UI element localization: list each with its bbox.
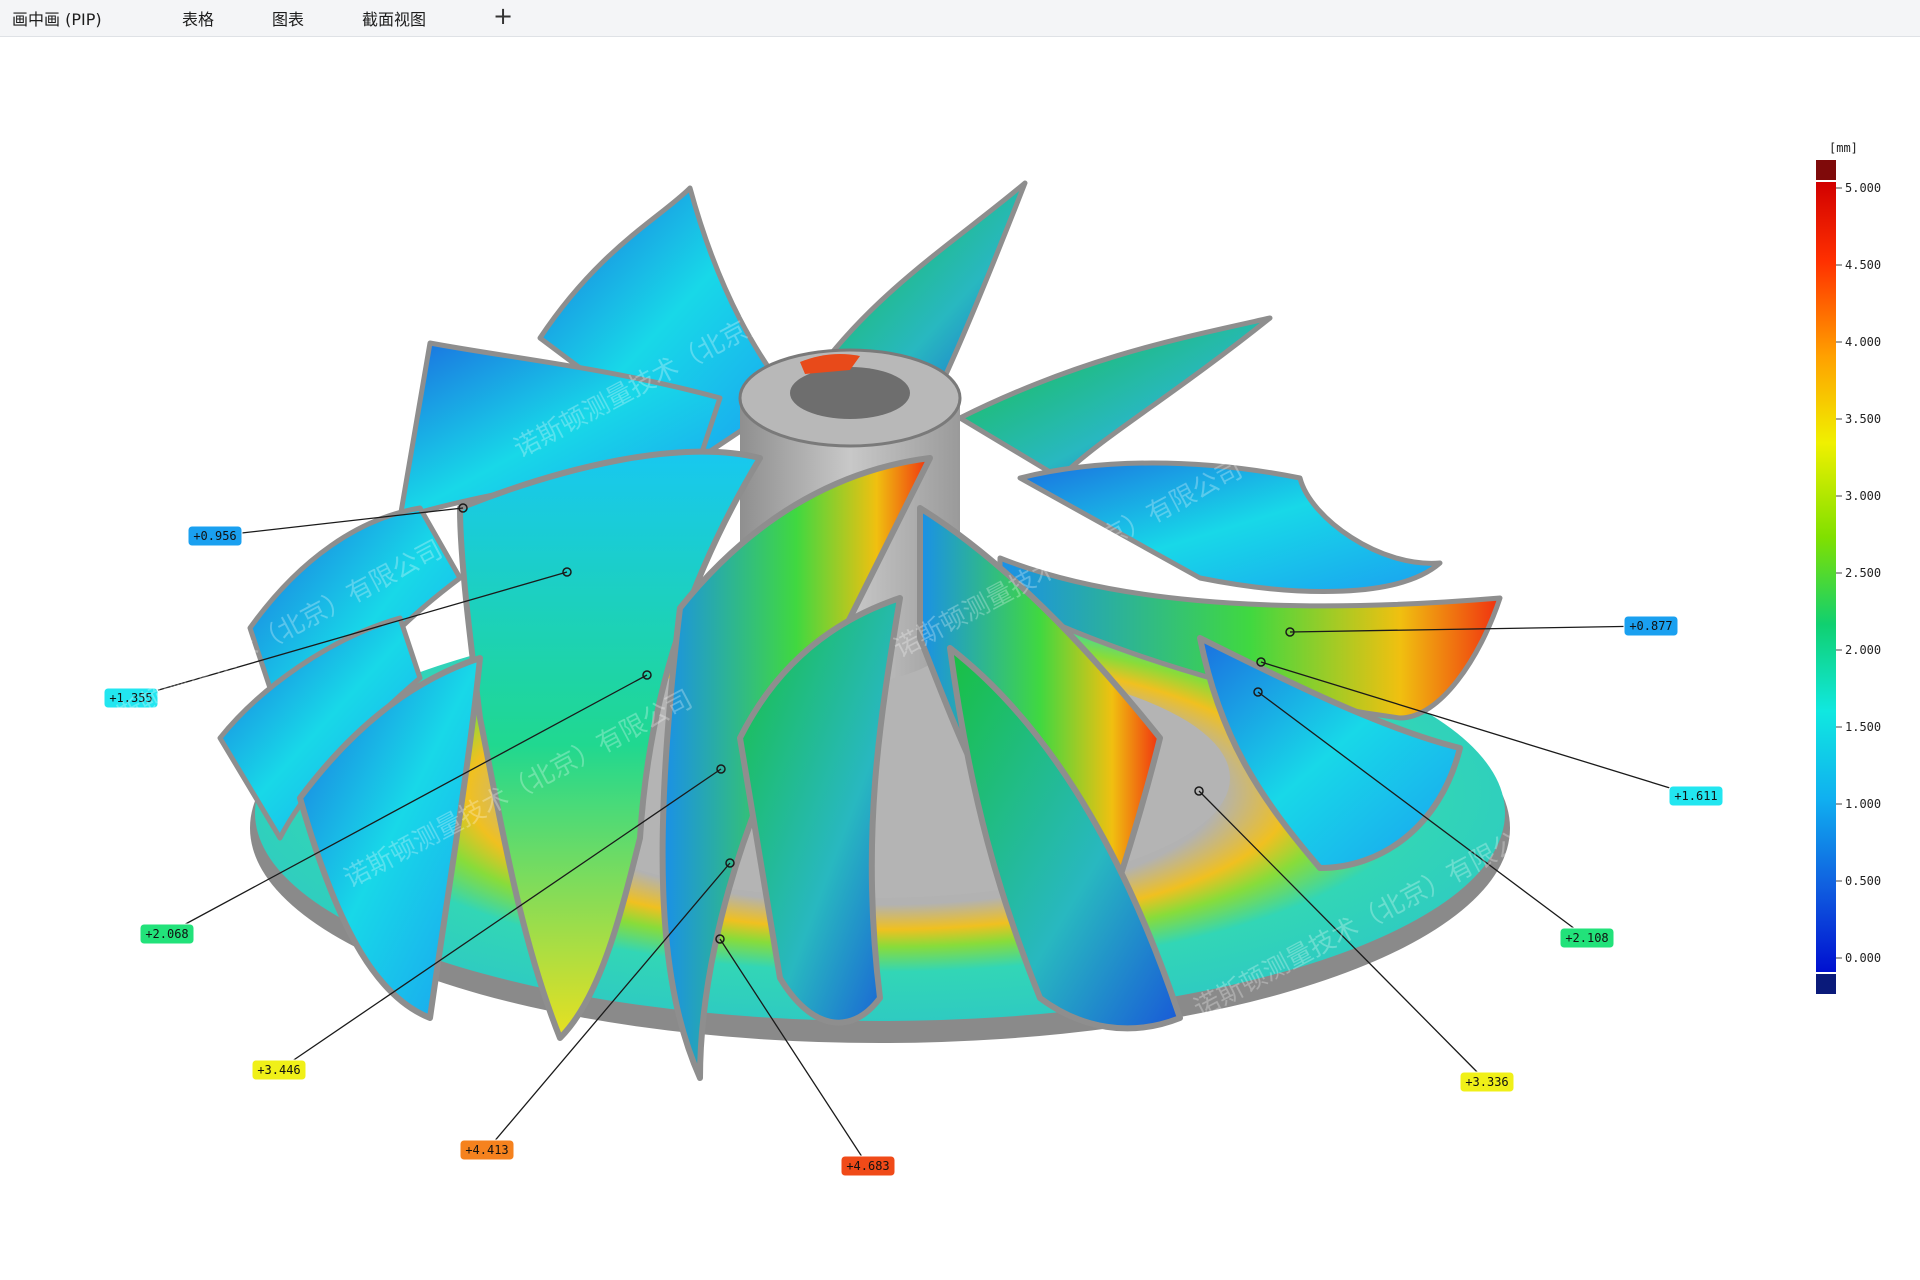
annotation-value: +3.446 [257, 1063, 300, 1077]
colorbar-tick-label: 1.000 [1845, 797, 1881, 811]
annotation-value: +2.068 [145, 927, 188, 941]
colorbar-tick-label: 0.000 [1845, 951, 1881, 965]
colorbar-over-swatch [1816, 160, 1836, 180]
plus-icon[interactable]: + [490, 3, 516, 29]
colorbar-gradient [1816, 182, 1836, 972]
colorbar-tick-label: 1.500 [1845, 720, 1881, 734]
tab-chart[interactable]: 图表 [272, 0, 304, 37]
3d-viewport[interactable]: +0.956 +1.355 +2.068 +3.446 +4.413 +4.683 +0.8… [0, 38, 1920, 1280]
colorbar-tick-label: 2.500 [1845, 566, 1881, 580]
colorbar-tick-label: 2.000 [1845, 643, 1881, 657]
colorbar-under-swatch [1816, 974, 1836, 994]
annotation-value: +1.611 [1674, 789, 1717, 803]
colorbar-tick-label: 3.500 [1845, 412, 1881, 426]
annotation-value: +4.683 [846, 1159, 889, 1173]
tab-section-view[interactable]: 截面视图 [362, 0, 426, 37]
colorbar-tick-label: 4.000 [1845, 335, 1881, 349]
watermark-text: 诺斯顿测量技术（北京）有限公司 [209, 38, 567, 224]
colorbar-tick-label: 3.000 [1845, 489, 1881, 503]
tab-table[interactable]: 表格 [182, 0, 214, 37]
watermark-text: 诺斯顿测量技术（北京）有限公司 [1589, 38, 1920, 244]
annotation-value: +0.877 [1629, 619, 1672, 633]
colorbar-unit: [mm] [1829, 141, 1858, 155]
colorbar-tick-label: 0.500 [1845, 874, 1881, 888]
color-legend: [mm] 5.000 4.500 4.000 3.500 3.000 2.500 2.000… [1816, 141, 1881, 994]
tab-bar: 画中画 (PIP) 表格 图表 截面视图 + [0, 0, 1920, 37]
tab-pip[interactable]: 画中画 (PIP) [12, 0, 102, 37]
colorbar-ticks: 5.000 4.500 4.000 3.500 3.000 2.500 2.000 1.500… [1836, 181, 1881, 965]
annotation-value: +4.413 [465, 1143, 508, 1157]
colorbar-tick-label: 5.000 [1845, 181, 1881, 195]
annotation-value: +2.108 [1565, 931, 1608, 945]
annotation-value: +0.956 [193, 529, 236, 543]
colorbar-tick-label: 4.500 [1845, 258, 1881, 272]
annotation-value: +3.336 [1465, 1075, 1508, 1089]
impeller-color-map[interactable]: +0.956+1.355+2.068+3.446+4.413+4.683+0.8… [0, 38, 1920, 1280]
